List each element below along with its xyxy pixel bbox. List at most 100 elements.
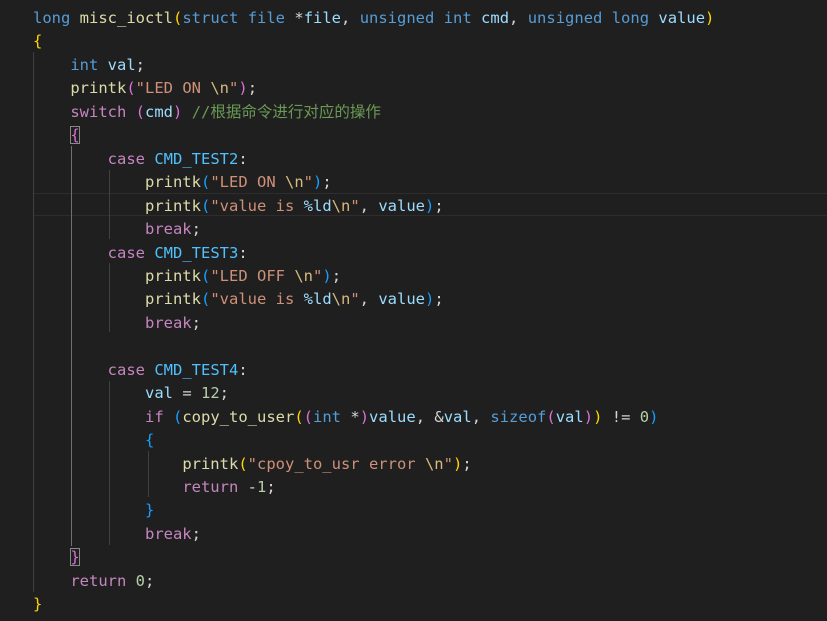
plain-token: , [509,9,528,27]
code-line[interactable]: } [33,499,154,522]
keyword-token: sizeof [490,407,547,426]
code-line[interactable]: val = 12; [33,382,229,405]
plain-token: != [602,407,640,426]
bracket-token: ) [238,79,248,98]
code-line[interactable]: { [33,30,42,53]
code-editor[interactable]: long misc_ioctl(struct file *file, unsig… [0,0,827,621]
string-token: "LED OFF [210,266,295,285]
code-line[interactable]: case CMD_TEST2: [33,148,248,171]
plain-token: ; [191,524,201,543]
code-line[interactable]: break; [33,312,201,335]
function-name-token: copy_to_user [182,407,295,426]
control-keyword-token: case [107,243,145,262]
plain-token: ; [434,290,444,309]
string-token: "cpoy_to_usr error [247,454,425,473]
bracket-token: ) [583,407,594,426]
function-name-token: misc_ioctl [79,9,173,27]
variable-token: value [378,290,426,309]
variable-token: val [443,407,472,426]
bracket-token: ( [200,266,211,285]
code-line[interactable]: break; [33,218,201,241]
keyword-token: unsigned [527,9,603,27]
string-token: " [229,79,239,98]
control-keyword-token: return [182,478,239,496]
code-line[interactable]: long misc_ioctl(struct file *file, unsig… [33,7,714,30]
code-line[interactable]: return 0; [33,570,154,593]
control-keyword-token: case [107,149,145,168]
string-token: " [303,173,313,192]
code-line[interactable]: printk("cpoy_to_usr error \n"); [33,453,471,476]
code-line[interactable]: } [33,546,80,569]
keyword-token: file [247,9,286,27]
code-line[interactable]: { [33,124,80,147]
escape-sequence-token: \n [331,290,351,309]
code-line[interactable]: case CMD_TEST4: [33,359,248,382]
string-token: "value is [210,290,304,309]
code-line[interactable]: printk("LED OFF \n"); [33,265,341,288]
code-line[interactable]: printk("LED ON \n"); [33,77,257,100]
plain-token: ; [191,220,201,239]
plain-token: ; [322,173,332,192]
plain-token: , [359,196,379,215]
variable-token: val [555,407,584,426]
bracket-token: ( [126,79,136,98]
code-line[interactable]: break; [33,523,201,546]
plain-token: * [341,407,360,426]
bracket-token: } [70,548,80,567]
control-keyword-token: if [144,407,164,426]
plain-token: , & [415,407,444,426]
code-line[interactable]: printk("LED ON \n"); [33,171,332,194]
macro-token: CMD_TEST4 [154,360,239,379]
plain-token: , [341,9,360,27]
code-line[interactable]: printk("value is %ld\n", value); [33,288,444,311]
variable-token: val [144,384,173,403]
plain-token: , [359,290,379,309]
bracket-token: { [33,32,43,51]
control-keyword-token: switch [70,102,127,121]
code-line[interactable]: int val; [33,54,145,77]
code-line[interactable]: { [33,429,154,452]
plain-token: ; [266,478,276,496]
string-token: "LED ON [210,173,285,192]
plain-token: = [172,384,201,403]
keyword-token: long [33,9,71,27]
code-line[interactable]: case CMD_TEST3: [33,242,248,265]
code-line[interactable]: } [33,593,42,616]
code-line[interactable]: switch (cmd) //根据命令进行对应的操作 [33,101,381,124]
string-token: " [350,290,360,309]
plain-token: , [471,407,491,426]
string-token: " [443,454,453,473]
plain-token: ; [135,55,146,74]
control-keyword-token: break [144,313,192,332]
variable-token: val [107,55,136,74]
comment-token: //根据命令进行对应的操作 [191,102,381,121]
bracket-token: ) [322,266,332,285]
code-line[interactable]: printk("value is %ld\n", value); [33,195,444,218]
bracket-token: ) [649,407,659,426]
plain-token: - [238,478,257,496]
function-name-token: printk [144,173,201,192]
code-line[interactable]: return -1; [33,476,276,499]
function-name-token: printk [182,454,239,473]
code-line[interactable]: if (copy_to_user((int *)value, &val, siz… [33,406,658,429]
macro-token: CMD_TEST2 [154,149,239,168]
